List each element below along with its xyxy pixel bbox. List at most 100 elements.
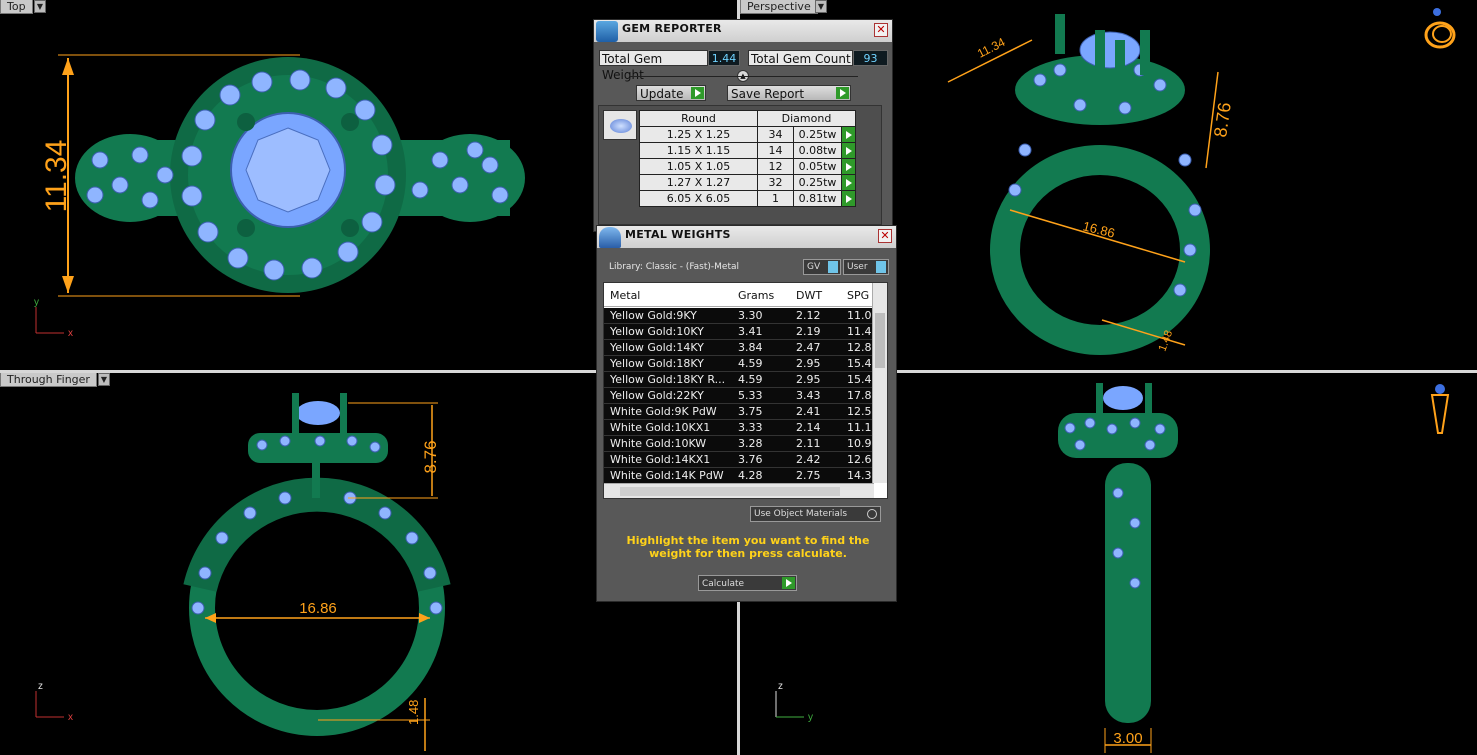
gem-row-select-icon[interactable]: [841, 174, 856, 191]
total-gem-count-value: 93: [853, 50, 888, 66]
metal-cell-metal: Yellow Gold:22KY: [610, 389, 704, 402]
gem-size: 1.15 X 1.15: [639, 142, 758, 159]
viewport-menu-top-icon[interactable]: ▼: [34, 0, 46, 13]
update-button[interactable]: Update: [636, 85, 706, 101]
side-axis-z-label: z: [778, 681, 783, 692]
top-dimension-label: 11.34: [40, 140, 73, 213]
calculate-button[interactable]: Calculate: [698, 575, 797, 591]
finger-diameter-label: 16.86: [299, 600, 337, 617]
diamond-thumbnail-icon[interactable]: [603, 110, 637, 140]
gem-size: 1.25 X 1.25: [639, 126, 758, 143]
gem-shape-header: Round: [639, 110, 758, 127]
metal-row[interactable]: White Gold:10KX1 3.33 2.14 11.18: [604, 420, 877, 436]
use-object-materials-label: Use Object Materials: [754, 509, 848, 519]
metal-cell-metal: Yellow Gold:14KY: [610, 341, 704, 354]
metal-cell-dwt: 2.42: [796, 453, 821, 466]
panel-separator: [630, 76, 858, 77]
gem-tw: 0.25tw: [793, 126, 842, 143]
save-report-button[interactable]: Save Report: [727, 85, 851, 101]
gem-count: 34: [757, 126, 794, 143]
metal-row[interactable]: Yellow Gold:9KY 3.30 2.12 11.08: [604, 308, 877, 324]
hscroll-thumb[interactable]: [620, 487, 840, 496]
metal-row[interactable]: White Gold:14KX1 3.76 2.42 12.63: [604, 452, 877, 468]
metal-cell-metal: White Gold:14K PdW: [610, 469, 724, 482]
viewport-label-perspective[interactable]: Perspective: [740, 0, 818, 14]
metal-cell-grams: 3.84: [738, 341, 763, 354]
radio-icon: [867, 509, 877, 519]
gem-row[interactable]: 1.25 X 1.25 34 0.25tw: [639, 126, 856, 143]
col-spg[interactable]: SPG: [847, 289, 869, 302]
metal-weights-icon: [599, 227, 621, 248]
metal-cell-metal: Yellow Gold:18KY: [610, 357, 704, 370]
gem-reporter-close-icon[interactable]: ✕: [874, 23, 888, 37]
metal-row[interactable]: Yellow Gold:18KY 4.59 2.95 15.41: [604, 356, 877, 372]
side-width-label: 3.00: [1113, 730, 1142, 747]
gem-count: 14: [757, 142, 794, 159]
metal-table-hscroll[interactable]: [604, 483, 874, 498]
gem-row[interactable]: 1.05 X 1.05 12 0.05tw: [639, 158, 856, 175]
col-metal[interactable]: Metal: [610, 289, 640, 302]
metal-row[interactable]: Yellow Gold:22KY 5.33 3.43 17.89: [604, 388, 877, 404]
metal-weights-table[interactable]: Metal Grams DWT SPG Yellow Gold:9KY 3.30 2…: [603, 282, 888, 499]
metal-weights-titlebar[interactable]: METAL WEIGHTS ✕: [597, 226, 896, 248]
col-dwt[interactable]: DWT: [796, 289, 822, 302]
update-button-label: Update: [640, 87, 684, 101]
viewport-menu-perspective-icon[interactable]: ▼: [815, 0, 827, 13]
ring-orientation-icon: [1424, 8, 1456, 49]
metal-cell-grams: 5.33: [738, 389, 763, 402]
user-info-icon: [876, 261, 886, 273]
gem-reporter-titlebar[interactable]: GEM REPORTER ✕: [594, 20, 892, 42]
metal-weights-title: METAL WEIGHTS: [625, 228, 731, 241]
persp-diameter-label: 16.86: [1081, 218, 1116, 240]
metal-row[interactable]: Yellow Gold:14KY 3.84 2.47 12.88: [604, 340, 877, 356]
gv-info-icon: [828, 261, 838, 273]
instruction-text: Highlight the item you want to find the …: [626, 534, 870, 560]
metal-cell-dwt: 2.41: [796, 405, 821, 418]
total-gem-weight-label: Total Gem Weight: [599, 50, 708, 82]
metal-cell-grams: 4.59: [738, 357, 763, 370]
user-toggle[interactable]: User: [843, 259, 889, 275]
metal-cell-dwt: 2.75: [796, 469, 821, 482]
metal-row[interactable]: White Gold:9K PdW 3.75 2.41 12.59: [604, 404, 877, 420]
col-grams[interactable]: Grams: [738, 289, 774, 302]
persp-height-label: 8.76: [1210, 101, 1235, 138]
gem-row[interactable]: 1.27 X 1.27 32 0.25tw: [639, 174, 856, 191]
metal-cell-grams: 4.59: [738, 373, 763, 386]
viewport-label-through-finger[interactable]: Through Finger: [0, 373, 97, 387]
gem-row-select-icon[interactable]: [841, 158, 856, 175]
gv-label: GV: [807, 262, 821, 272]
side-axis-y-label: y: [808, 712, 813, 723]
gem-tw: 0.25tw: [793, 174, 842, 191]
vscroll-thumb[interactable]: [875, 313, 885, 368]
metal-cell-dwt: 3.43: [796, 389, 821, 402]
viewport-menu-through-finger-icon[interactable]: ▼: [98, 373, 110, 386]
gem-row[interactable]: 1.15 X 1.15 14 0.08tw: [639, 142, 856, 159]
metal-row[interactable]: Yellow Gold:18KY R... 4.59 2.95 15.41: [604, 372, 877, 388]
metal-row[interactable]: Yellow Gold:10KY 3.41 2.19 11.45: [604, 324, 877, 340]
metal-table-vscroll[interactable]: [872, 283, 887, 483]
gem-count: 12: [757, 158, 794, 175]
metal-weights-close-icon[interactable]: ✕: [878, 229, 892, 243]
gem-row-select-icon[interactable]: [841, 190, 856, 207]
gv-toggle[interactable]: GV: [803, 259, 841, 275]
gem-size: 1.05 X 1.05: [639, 158, 758, 175]
metal-row[interactable]: White Gold:14K PdW 4.28 2.75 14.37: [604, 468, 877, 484]
metal-row[interactable]: White Gold:10KW 3.28 2.11 10.99: [604, 436, 877, 452]
gem-row-select-icon[interactable]: [841, 126, 856, 143]
metal-cell-dwt: 2.11: [796, 437, 821, 450]
gem-row-select-icon[interactable]: [841, 142, 856, 159]
gem-count: 1: [757, 190, 794, 207]
finger-axis-x-label: x: [68, 712, 73, 723]
gem-count: 32: [757, 174, 794, 191]
gem-table: Round Diamond 1.25 X 1.25 34 0.25tw 1.15 X…: [639, 110, 856, 207]
gem-table-area: Round Diamond 1.25 X 1.25 34 0.25tw 1.15 X…: [598, 105, 882, 225]
top-axis-y-label: y: [34, 297, 39, 308]
gem-row[interactable]: 6.05 X 6.05 1 0.81tw: [639, 190, 856, 207]
metal-weights-panel: METAL WEIGHTS ✕ Library: Classic - (Fast…: [596, 225, 897, 602]
persp-width-label: 11.34: [975, 35, 1008, 61]
metal-cell-dwt: 2.95: [796, 373, 821, 386]
viewport-label-top[interactable]: Top: [0, 0, 33, 14]
use-object-materials-toggle[interactable]: Use Object Materials: [750, 506, 881, 522]
gem-size: 1.27 X 1.27: [639, 174, 758, 191]
save-report-go-icon: [836, 87, 849, 99]
